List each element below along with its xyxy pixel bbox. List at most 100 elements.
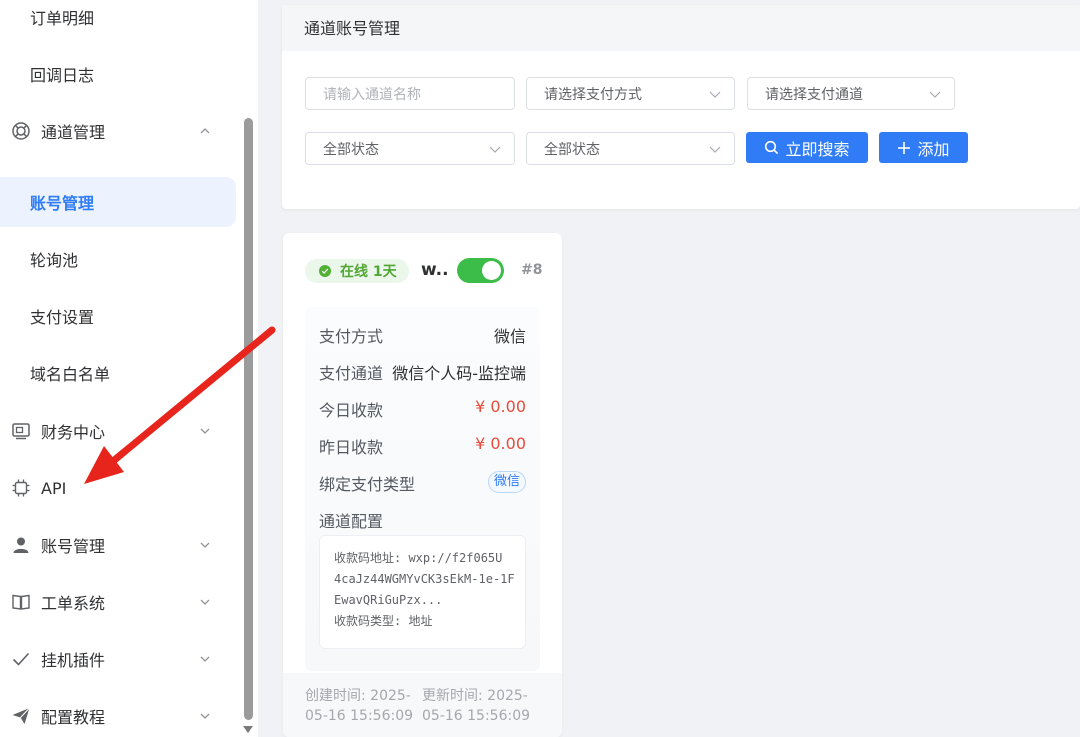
sidebar-item-domain-whitelist[interactable]: 域名白名单 xyxy=(0,348,236,398)
sidebar-item-label: 域名白名单 xyxy=(30,365,111,384)
pay-method-select-value: 请选择支付方式 xyxy=(544,86,642,103)
scroll-down-arrow-icon[interactable] xyxy=(243,726,253,733)
user-icon xyxy=(11,535,31,555)
config-label: 通道配置 xyxy=(319,512,384,531)
send-icon xyxy=(11,706,31,726)
status-select-2-value: 全部状态 xyxy=(544,141,600,158)
bind-type-tag: 微信 xyxy=(487,471,526,493)
pay-channel-label: 支付通道 xyxy=(319,364,384,383)
page-title: 通道账号管理 xyxy=(282,5,1080,51)
sidebar-item-payment-settings[interactable]: 支付设置 xyxy=(0,291,236,341)
sidebar-item-order-detail[interactable]: 订单明细 xyxy=(0,0,236,42)
sidebar-item-label: 配置教程 xyxy=(41,708,106,727)
created-time-line: 05-16 15:56:09 xyxy=(305,708,414,724)
chevron-down-icon xyxy=(200,428,210,434)
detail-row-yesterday: 昨日收款 ¥ 0.00 xyxy=(319,434,526,457)
sidebar-item-polling-pool[interactable]: 轮询池 xyxy=(0,234,236,284)
detail-row-today: 今日收款 ¥ 0.00 xyxy=(319,397,526,420)
sidebar: 订单明细 回调日志 通道管理 账号管理 轮询池 支付设置 域名白名单 财务中心 … xyxy=(0,0,258,737)
channel-name-input[interactable]: 请输入通道名称 xyxy=(305,77,515,110)
book-icon xyxy=(11,592,31,612)
search-button[interactable]: 立即搜索 xyxy=(746,132,868,163)
channel-name-placeholder: 请输入通道名称 xyxy=(323,86,421,103)
sidebar-item-bot-plugin[interactable]: 挂机插件 xyxy=(0,634,236,684)
pay-channel-select-value: 请选择支付通道 xyxy=(765,86,863,103)
chevron-down-icon xyxy=(929,91,941,98)
chevron-up-icon xyxy=(200,128,210,134)
sidebar-item-user-management[interactable]: 账号管理 xyxy=(0,520,236,570)
chevron-down-icon xyxy=(200,656,210,662)
chevron-down-icon xyxy=(709,91,721,98)
sidebar-item-label: 账号管理 xyxy=(41,537,106,556)
today-income-label: 今日收款 xyxy=(319,401,384,420)
chevron-down-icon xyxy=(200,713,210,719)
check-circle-icon xyxy=(319,265,331,277)
config-line: EwavQRiGuPzx... xyxy=(334,593,443,607)
toggle-knob xyxy=(482,261,501,280)
pay-channel-select[interactable]: 请选择支付通道 xyxy=(747,77,955,110)
sidebar-item-label: 支付设置 xyxy=(30,308,95,327)
add-button-label: 添加 xyxy=(917,139,950,159)
sidebar-item-label: 财务中心 xyxy=(41,423,106,442)
sidebar-item-channel-management[interactable]: 通道管理 xyxy=(0,106,236,156)
status-badge: 在线 1天 xyxy=(305,259,409,283)
pay-method-label: 支付方式 xyxy=(319,327,384,346)
config-line: 收款码类型: 地址 xyxy=(334,614,433,628)
pay-method-select[interactable]: 请选择支付方式 xyxy=(526,77,735,110)
sidebar-item-ticket-system[interactable]: 工单系统 xyxy=(0,577,236,627)
sidebar-item-config-tutorial[interactable]: 配置教程 xyxy=(0,691,236,737)
yesterday-income-value: ¥ 0.00 xyxy=(475,434,526,453)
enable-toggle[interactable] xyxy=(457,258,504,283)
created-time: 创建时间: 2025- 05-16 15:56:09 xyxy=(305,686,413,726)
config-box: 收款码地址: wxp://f2f065U 4caJz44WGMYvCK3sEkM… xyxy=(319,535,526,649)
sidebar-item-label: 账号管理 xyxy=(30,194,95,213)
chevron-down-icon xyxy=(489,146,501,153)
pay-method-value: 微信 xyxy=(493,327,526,346)
add-button[interactable]: 添加 xyxy=(879,132,968,163)
chevron-down-icon xyxy=(200,599,210,605)
sidebar-item-label: 订单明细 xyxy=(30,9,95,28)
status-select-1-value: 全部状态 xyxy=(323,141,379,158)
sidebar-item-finance-center[interactable]: 财务中心 xyxy=(0,406,236,456)
sidebar-item-label: 工单系统 xyxy=(41,594,106,613)
chip-icon xyxy=(11,478,31,498)
status-select-2[interactable]: 全部状态 xyxy=(526,132,735,165)
account-details: 支付方式 微信 支付通道 微信个人码-监控端 今日收款 ¥ 0.00 昨日收款 … xyxy=(305,307,540,671)
search-button-label: 立即搜索 xyxy=(785,139,850,159)
filter-panel: 通道账号管理 请输入通道名称 请选择支付方式 请选择支付通道 全部状态 全部状态… xyxy=(282,5,1080,209)
status-select-1[interactable]: 全部状态 xyxy=(305,132,515,165)
yesterday-income-label: 昨日收款 xyxy=(319,438,384,457)
chevron-down-icon xyxy=(200,542,210,548)
bind-type-label: 绑定支付类型 xyxy=(319,475,416,494)
updated-time-line: 05-16 15:56:09 xyxy=(422,708,531,724)
check-icon xyxy=(11,649,31,669)
chevron-down-icon xyxy=(709,146,721,153)
sidebar-item-label: 挂机插件 xyxy=(41,651,106,670)
detail-row-pay-channel: 支付通道 微信个人码-监控端 xyxy=(319,360,526,383)
finance-icon xyxy=(11,421,31,441)
sidebar-item-api[interactable]: API xyxy=(0,463,236,513)
ring-icon xyxy=(11,121,31,141)
created-time-line: 创建时间: 2025- xyxy=(305,688,411,704)
plus-icon xyxy=(898,141,911,154)
sidebar-item-label: 回调日志 xyxy=(30,66,95,85)
account-id: #8 xyxy=(521,262,543,278)
sidebar-item-callback-log[interactable]: 回调日志 xyxy=(0,49,236,99)
sidebar-scrollbar-thumb[interactable] xyxy=(244,118,253,720)
account-card: 在线 1天 w.. #8 支付方式 微信 支付通道 微信个人码-监控端 今日收款… xyxy=(283,233,562,737)
account-name: w.. xyxy=(421,260,449,280)
updated-time: 更新时间: 2025- 05-16 15:56:09 xyxy=(422,686,530,726)
detail-row-pay-method: 支付方式 微信 xyxy=(319,323,526,346)
detail-row-bind-type: 绑定支付类型 微信 xyxy=(319,471,526,494)
detail-row-config: 通道配置 xyxy=(319,508,526,531)
sidebar-item-label: 通道管理 xyxy=(41,123,106,142)
search-icon xyxy=(765,140,779,155)
config-line: 4caJz44WGMYvCK3sEkM-1e-1F xyxy=(334,572,515,586)
updated-time-line: 更新时间: 2025- xyxy=(422,688,528,704)
status-text: 在线 1天 xyxy=(340,264,397,280)
sidebar-item-label: 轮询池 xyxy=(30,251,79,270)
config-line: 收款码地址: wxp://f2f065U xyxy=(334,551,503,565)
today-income-value: ¥ 0.00 xyxy=(475,397,526,416)
card-footer: 创建时间: 2025- 05-16 15:56:09 更新时间: 2025- 0… xyxy=(283,673,562,737)
sidebar-item-account-management[interactable]: 账号管理 xyxy=(0,177,236,227)
